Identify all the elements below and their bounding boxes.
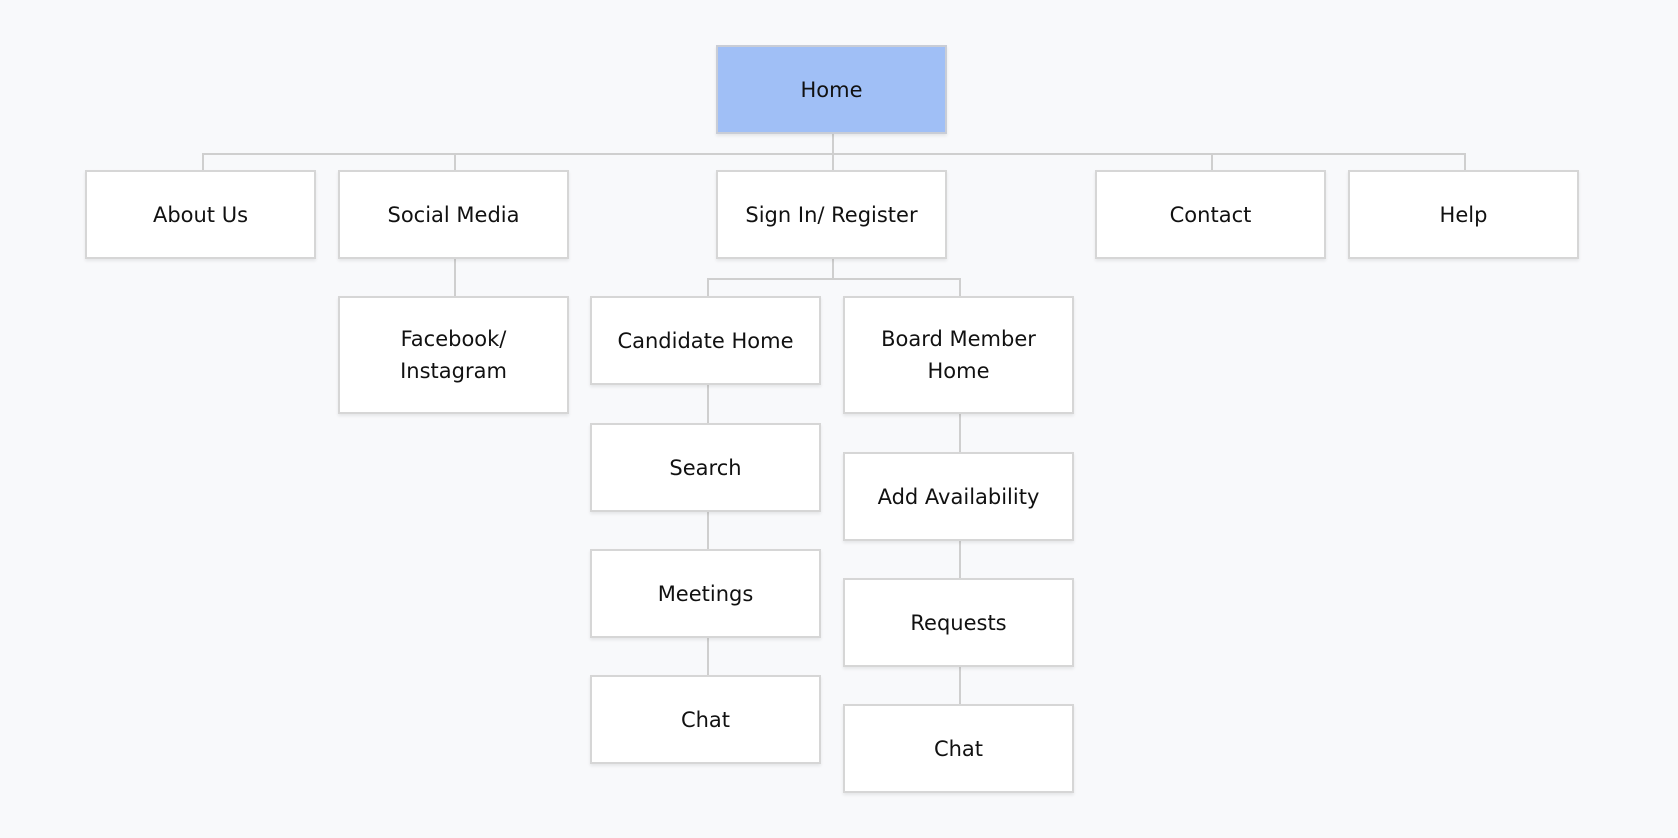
connector (707, 638, 709, 676)
connector (832, 259, 834, 279)
connector (707, 385, 709, 424)
connector (959, 414, 961, 453)
node-facebook-instagram[interactable]: Facebook/ Instagram (338, 296, 569, 414)
node-candidate-chat[interactable]: Chat (590, 675, 821, 764)
connector (959, 667, 961, 705)
connector (1464, 153, 1466, 171)
connector (707, 512, 709, 550)
node-social-media[interactable]: Social Media (338, 170, 569, 259)
connector (832, 134, 834, 154)
connector (202, 153, 204, 171)
connector (454, 259, 456, 297)
connector (707, 278, 961, 280)
node-board-member-home[interactable]: Board Member Home (843, 296, 1074, 414)
node-meetings[interactable]: Meetings (590, 549, 821, 638)
connector (1211, 153, 1213, 171)
node-board-chat[interactable]: Chat (843, 704, 1074, 793)
node-home[interactable]: Home (716, 45, 947, 134)
connector (202, 153, 1466, 155)
node-sign-in-register[interactable]: Sign In/ Register (716, 170, 947, 259)
node-add-availability[interactable]: Add Availability (843, 452, 1074, 541)
node-candidate-home[interactable]: Candidate Home (590, 296, 821, 385)
node-about-us[interactable]: About Us (85, 170, 316, 259)
node-contact[interactable]: Contact (1095, 170, 1326, 259)
node-search[interactable]: Search (590, 423, 821, 512)
connector (959, 540, 961, 579)
connector (959, 278, 961, 297)
connector (707, 278, 709, 297)
node-help[interactable]: Help (1348, 170, 1579, 259)
connector (832, 153, 834, 171)
connector (454, 153, 456, 171)
node-requests[interactable]: Requests (843, 578, 1074, 667)
